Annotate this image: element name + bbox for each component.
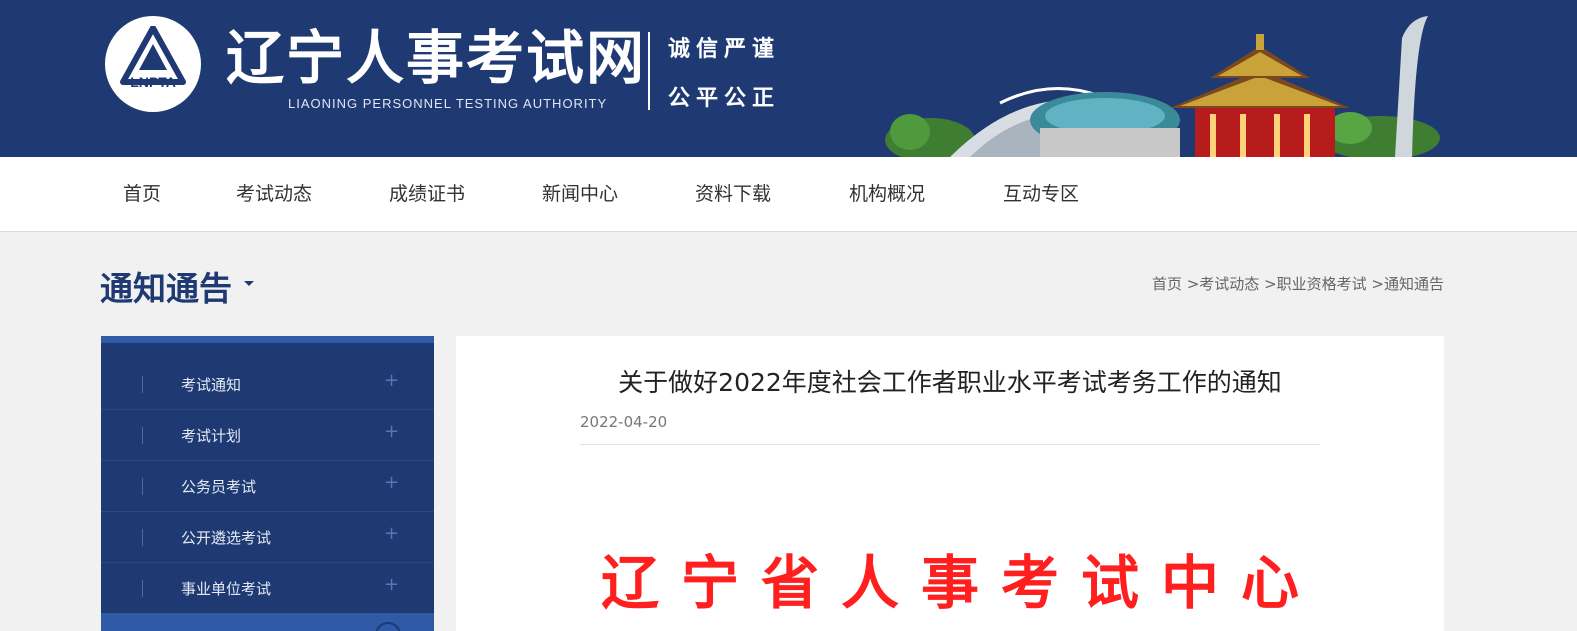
- main-nav: 首页 考试动态 成绩证书 新闻中心 资料下载 机构概况 互动专区: [0, 157, 1577, 232]
- article-panel: 关于做好2022年度社会工作者职业水平考试考务工作的通知 2022-04-20 …: [456, 336, 1444, 631]
- caret-down-icon[interactable]: [244, 281, 254, 286]
- plus-icon[interactable]: +: [384, 523, 399, 544]
- nav-home[interactable]: 首页: [123, 179, 161, 206]
- plus-icon[interactable]: +: [384, 574, 399, 595]
- sidebar-item-label: 考试通知: [181, 376, 242, 394]
- breadcrumb-professional-exams[interactable]: 职业资格考试 >: [1277, 275, 1384, 293]
- sidebar-item-label: 考试计划: [181, 427, 242, 445]
- nav-downloads[interactable]: 资料下载: [695, 179, 771, 206]
- plus-icon[interactable]: +: [384, 421, 399, 442]
- divider-tick: [142, 427, 143, 444]
- divider-tick: [142, 529, 143, 546]
- sidebar-item-exam-notices[interactable]: 考试通知 +: [101, 359, 434, 410]
- divider-tick: [142, 580, 143, 597]
- nav-about[interactable]: 机构概况: [849, 179, 925, 206]
- banner-divider: [648, 32, 650, 110]
- site-subtitle: LIAONING PERSONNEL TESTING AUTHORITY: [288, 96, 608, 111]
- nav-scores-certificates[interactable]: 成绩证书: [389, 179, 465, 206]
- sidebar-item-open-selection[interactable]: 公开遴选考试 +: [101, 512, 434, 563]
- article-divider: [580, 444, 1320, 445]
- sidebar-item-label: 公开遴选考试: [181, 529, 272, 547]
- document-red-header: 辽宁省人事考试中心: [600, 549, 1321, 617]
- divider-tick: [142, 478, 143, 495]
- sidebar-item-label: 事业单位考试: [181, 580, 272, 598]
- motto-line-2: 公平公正: [668, 85, 781, 111]
- article-title: 关于做好2022年度社会工作者职业水平考试考务工作的通知: [618, 368, 1282, 397]
- sidebar-item-exam-plans[interactable]: 考试计划 +: [101, 410, 434, 461]
- site-title[interactable]: 辽宁人事考试网: [226, 24, 646, 92]
- breadcrumb-current: 通知通告: [1383, 275, 1444, 293]
- plus-icon[interactable]: +: [384, 472, 399, 493]
- sidebar-top-accent: [101, 336, 434, 343]
- landmark-scenery-illustration: [885, 16, 1440, 157]
- sidebar-item-public-institution[interactable]: 事业单位考试 +: [101, 563, 434, 614]
- plus-icon[interactable]: +: [384, 370, 399, 391]
- nav-news-center[interactable]: 新闻中心: [542, 179, 618, 206]
- nav-interaction[interactable]: 互动专区: [1003, 179, 1079, 206]
- logo-abbreviation: LNPTA: [130, 74, 176, 90]
- article-date: 2022-04-20: [580, 413, 668, 431]
- sidebar-item-label: 公务员考试: [181, 478, 257, 496]
- breadcrumb: 首页 >考试动态 >职业资格考试 >通知通告: [1152, 273, 1444, 294]
- section-title: 通知通告: [100, 269, 232, 308]
- breadcrumb-exam-news[interactable]: 考试动态 >: [1199, 275, 1276, 293]
- breadcrumb-home[interactable]: 首页 >: [1152, 275, 1199, 293]
- header-banner: LNPTA 辽宁人事考试网 LIAONING PERSONNEL TESTING…: [0, 0, 1577, 157]
- sidebar-menu: 考试通知 + 考试计划 + 公务员考试 + 公开遴选考试 + 事业单位考试 +: [101, 336, 434, 631]
- divider-tick: [142, 376, 143, 393]
- sidebar-item-civil-service[interactable]: 公务员考试 +: [101, 461, 434, 512]
- nav-exam-news[interactable]: 考试动态: [236, 179, 312, 206]
- motto-line-1: 诚信严谨: [668, 36, 781, 62]
